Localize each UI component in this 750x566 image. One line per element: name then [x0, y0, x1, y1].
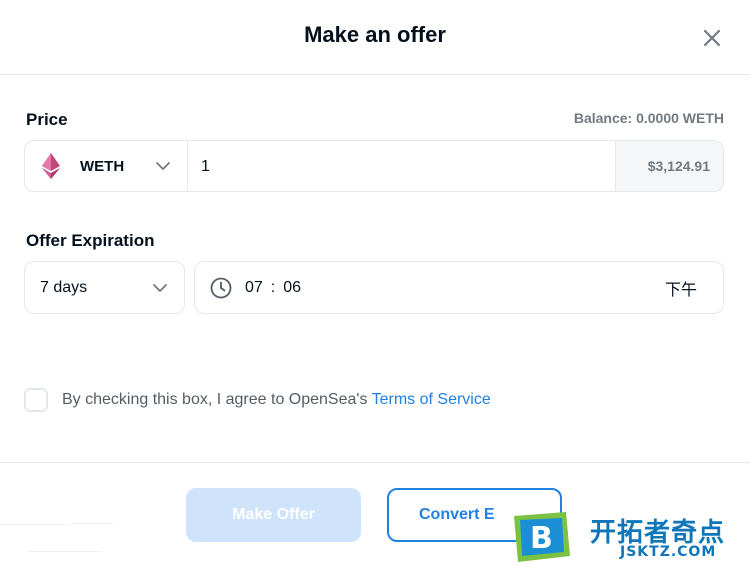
watermark-logo-icon: B [514, 512, 570, 562]
divider [0, 524, 70, 525]
price-amount-input[interactable] [188, 141, 615, 191]
expiration-time-input[interactable]: 07 : 06 下午 [194, 261, 724, 314]
watermark-logo-letter: B [530, 521, 553, 556]
footer-divider [0, 462, 750, 463]
expiration-label: Offer Expiration [26, 231, 155, 250]
price-label: Price [26, 110, 68, 129]
clock-icon [210, 277, 232, 298]
terms-checkbox[interactable] [24, 388, 48, 412]
divider [28, 551, 102, 552]
time-separator: : [270, 278, 276, 296]
close-button[interactable] [698, 24, 726, 52]
balance-text: Balance: 0.0000 WETH [573, 110, 724, 126]
chevron-down-icon [156, 162, 170, 170]
duration-select[interactable]: 7 days [24, 261, 185, 314]
watermark: B 开拓者奇点 JSKTZ.COM [510, 508, 746, 566]
currency-label: WETH [80, 157, 125, 175]
price-input-group: WETH $3,124.91 [24, 140, 724, 192]
time-hour[interactable]: 07 [245, 279, 263, 297]
terms-of-service-link[interactable]: Terms of Service [372, 391, 491, 408]
time-period[interactable]: 下午 [665, 276, 697, 300]
ethereum-icon [42, 153, 60, 179]
modal-title: Make an offer [304, 22, 446, 47]
terms-label: By checking this box, I agree to OpenSea… [62, 391, 372, 408]
duration-value: 7 days [40, 278, 88, 296]
modal-header: Make an offer [0, 0, 750, 75]
make-offer-button[interactable]: Make Offer [186, 488, 361, 542]
terms-text: By checking this box, I agree to OpenSea… [62, 391, 491, 409]
divider [72, 523, 114, 524]
currency-select[interactable]: WETH [25, 141, 188, 191]
chevron-down-icon [153, 283, 167, 292]
usd-value: $3,124.91 [615, 141, 723, 191]
time-minute[interactable]: 06 [283, 279, 301, 297]
watermark-subtitle: JSKTZ.COM [620, 544, 717, 560]
make-offer-modal: Make an offer Price Balance: 0.0000 WETH… [0, 0, 750, 566]
close-icon [703, 29, 721, 47]
